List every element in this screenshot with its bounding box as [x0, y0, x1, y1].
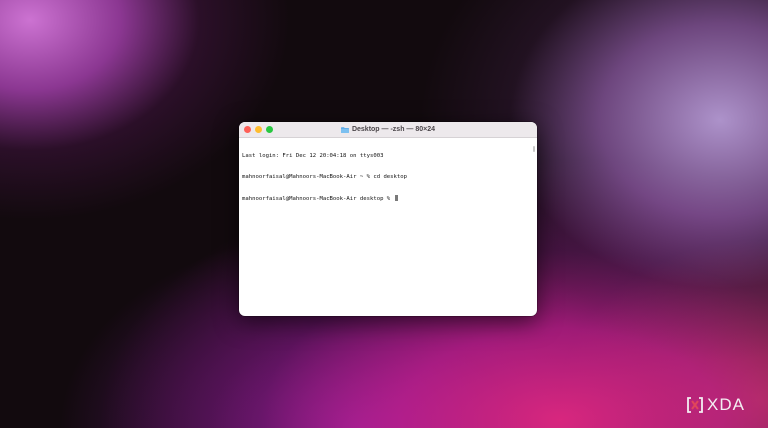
- terminal-line: mahnoorfaisal@Mahnoors-MacBook-Air ~ % c…: [242, 174, 408, 180]
- folder-icon: [340, 126, 349, 133]
- terminal-line: Last login: Fri Dec 12 20:04:18 on ttys0…: [242, 153, 384, 159]
- watermark: XDA: [686, 395, 745, 415]
- terminal-output[interactable]: Last login: Fri Dec 12 20:04:18 on ttys0…: [242, 139, 532, 216]
- watermark-text: XDA: [707, 395, 745, 414]
- terminal-prompt: mahnoorfaisal@Mahnoors-MacBook-Air deskt…: [242, 196, 394, 202]
- terminal-window[interactable]: Desktop — -zsh — 80×24 Last login: Fri D…: [239, 122, 537, 316]
- terminal-prompt-line[interactable]: mahnoorfaisal@Mahnoors-MacBook-Air deskt…: [242, 195, 532, 202]
- window-title: Desktop — -zsh — 80×24: [351, 126, 436, 133]
- text-cursor: [394, 195, 398, 201]
- window-titlebar[interactable]: Desktop — -zsh — 80×24: [239, 122, 537, 138]
- scrollbar[interactable]: [533, 146, 535, 152]
- xda-logo-icon: [686, 396, 704, 414]
- window-title-area: Desktop — -zsh — 80×24: [239, 122, 537, 137]
